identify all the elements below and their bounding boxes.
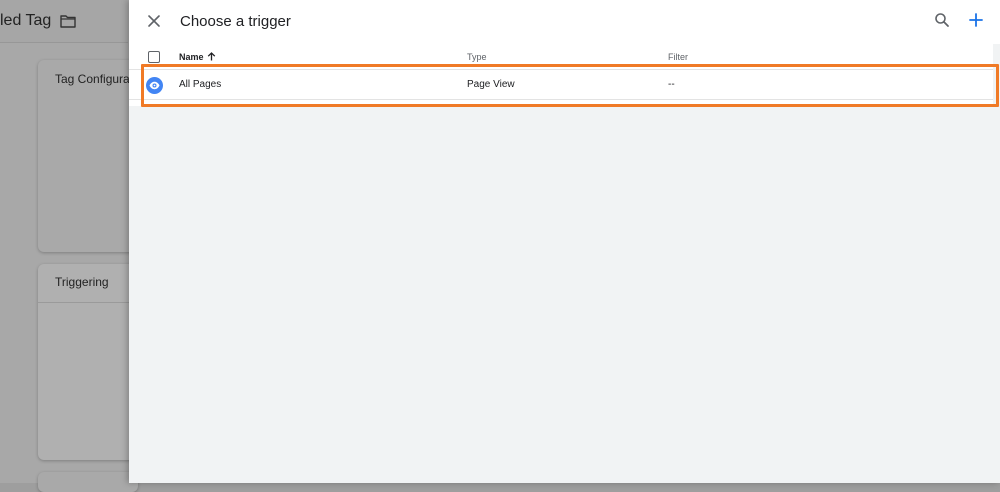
- background-divider: [0, 42, 128, 43]
- column-header-name[interactable]: Name: [179, 52, 216, 62]
- triggers-table: Name Type Filter All Pages Page View --: [129, 44, 993, 106]
- trigger-row-all-pages[interactable]: All Pages Page View --: [129, 69, 993, 100]
- tag-configuration-card: Tag Configurati: [38, 60, 138, 252]
- background-card-partial: [38, 472, 138, 492]
- triggering-card: Triggering: [38, 264, 138, 460]
- select-all-checkbox[interactable]: [148, 51, 160, 63]
- sort-arrow-up-icon: [207, 52, 216, 61]
- close-icon[interactable]: [145, 12, 163, 30]
- table-header: Name Type Filter: [129, 44, 993, 69]
- choose-trigger-panel: Choose a trigger Name Type Filter All Pa…: [129, 0, 1000, 483]
- search-icon[interactable]: [933, 11, 951, 29]
- trigger-filter: --: [668, 79, 675, 90]
- panel-title: Choose a trigger: [180, 13, 291, 30]
- column-header-type[interactable]: Type: [467, 52, 487, 62]
- triggering-card-divider: [38, 302, 138, 303]
- add-icon[interactable]: [967, 11, 985, 29]
- eye-icon: [146, 77, 163, 94]
- tag-configuration-title: Tag Configurati: [55, 72, 136, 86]
- folder-icon: [60, 14, 76, 28]
- column-header-name-label: Name: [179, 52, 204, 62]
- triggering-title: Triggering: [55, 275, 109, 289]
- column-header-filter[interactable]: Filter: [668, 52, 688, 62]
- panel-header: Choose a trigger: [129, 0, 1000, 44]
- trigger-type: Page View: [467, 79, 515, 90]
- trigger-name: All Pages: [179, 79, 222, 90]
- background-header: itled Tag: [0, 0, 128, 42]
- tag-title: itled Tag: [0, 12, 52, 29]
